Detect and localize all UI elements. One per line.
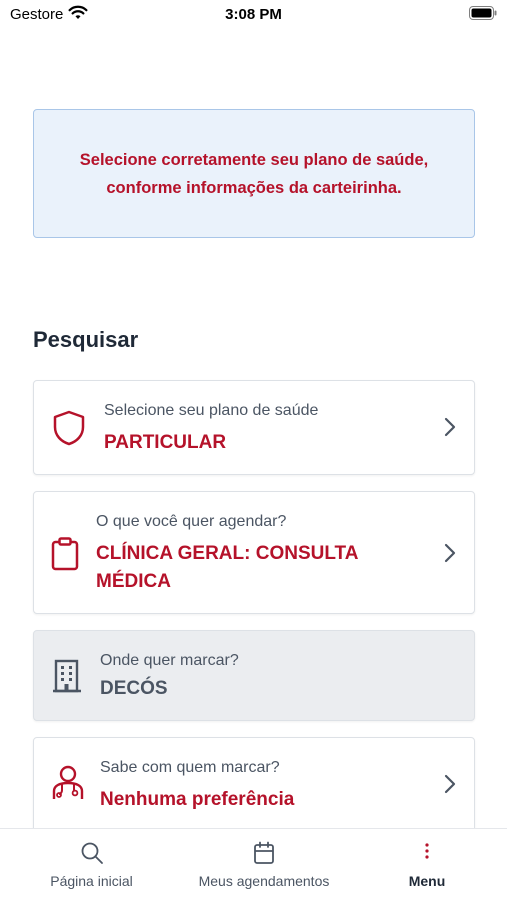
- health-plan-value: PARTICULAR: [104, 432, 227, 453]
- shield-icon: [53, 410, 85, 446]
- location-value: DECÓS: [100, 678, 168, 699]
- plan-notice-text: Selecione corretamente seu plano de saúd…: [79, 150, 429, 197]
- location-label: Onde quer marcar?: [100, 652, 239, 669]
- chevron-right-icon: [444, 774, 456, 794]
- battery-icon: [469, 6, 497, 20]
- doctor-icon: [52, 765, 84, 799]
- clock: 3:08 PM: [225, 6, 282, 23]
- tab-home-label: Página inicial: [50, 873, 133, 889]
- chevron-right-icon: [444, 417, 456, 437]
- status-bar: Gestore 3:08 PM: [0, 0, 507, 30]
- search-icon: [81, 842, 103, 864]
- calendar-icon: [254, 841, 274, 864]
- tab-home[interactable]: Página inicial: [30, 829, 153, 900]
- tab-appointments-label: Meus agendamentos: [198, 873, 330, 889]
- chevron-right-icon: [444, 543, 456, 563]
- professional-value: Nenhuma preferência: [100, 789, 295, 810]
- location-card[interactable]: Onde quer marcar? DECÓS: [33, 630, 475, 721]
- health-plan-label: Selecione seu plano de saúde: [104, 402, 319, 419]
- appointment-type-value: CLÍNICA GERAL: CONSULTA MÉDICA: [96, 543, 358, 592]
- building-icon: [53, 659, 81, 693]
- tab-menu-label: Menu: [408, 873, 446, 889]
- tab-menu[interactable]: Menu: [390, 829, 464, 900]
- professional-label: Sabe com quem marcar?: [100, 759, 280, 776]
- more-vertical-icon: [425, 843, 429, 859]
- health-plan-card[interactable]: Selecione seu plano de saúde PARTICULAR: [33, 380, 475, 475]
- appointment-type-label: O que você quer agendar?: [96, 513, 287, 530]
- search-title: Pesquisar: [33, 327, 139, 352]
- plan-notice: Selecione corretamente seu plano de saúd…: [33, 109, 475, 238]
- appointment-type-card[interactable]: O que você quer agendar? CLÍNICA GERAL: …: [33, 491, 475, 614]
- clipboard-icon: [51, 537, 79, 571]
- tab-appointments[interactable]: Meus agendamentos: [188, 829, 340, 900]
- bottom-tab-bar: Página inicial Meus agendamentos Menu: [0, 828, 507, 900]
